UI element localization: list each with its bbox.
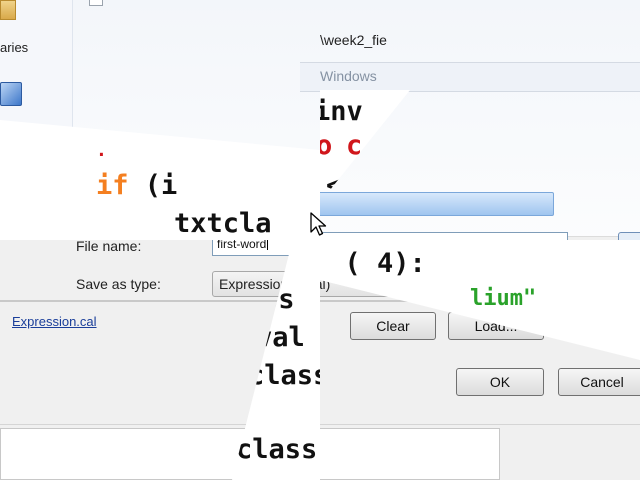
computer-icon xyxy=(0,82,22,106)
code-mark: . xyxy=(96,140,107,161)
divider xyxy=(0,424,640,425)
filename-label: File name: xyxy=(76,238,142,254)
code-line-paren: ( 4): xyxy=(344,248,426,279)
libraries-icon xyxy=(0,0,16,20)
clear-button[interactable]: Clear xyxy=(350,312,436,340)
folder-path: \week2_fie xyxy=(320,32,387,48)
breadcrumb-windows[interactable]: Windows xyxy=(320,68,377,84)
code-line-class: class xyxy=(236,434,318,465)
ok-button[interactable]: OK xyxy=(456,368,544,396)
code-line-inv: inv xyxy=(314,96,363,127)
checkbox[interactable] xyxy=(89,0,103,6)
cancel-button[interactable]: Cancel xyxy=(558,368,640,396)
code-string: lium" xyxy=(470,286,537,311)
libraries-label[interactable]: aries xyxy=(0,40,28,55)
mouse-pointer-icon xyxy=(310,212,327,236)
expression-file-link[interactable]: Expression.cal xyxy=(12,314,97,329)
code-line-if: if (i xyxy=(96,170,178,201)
code-line-txtclass: txtcla xyxy=(174,208,272,239)
save-type-label: Save as type: xyxy=(76,276,161,292)
